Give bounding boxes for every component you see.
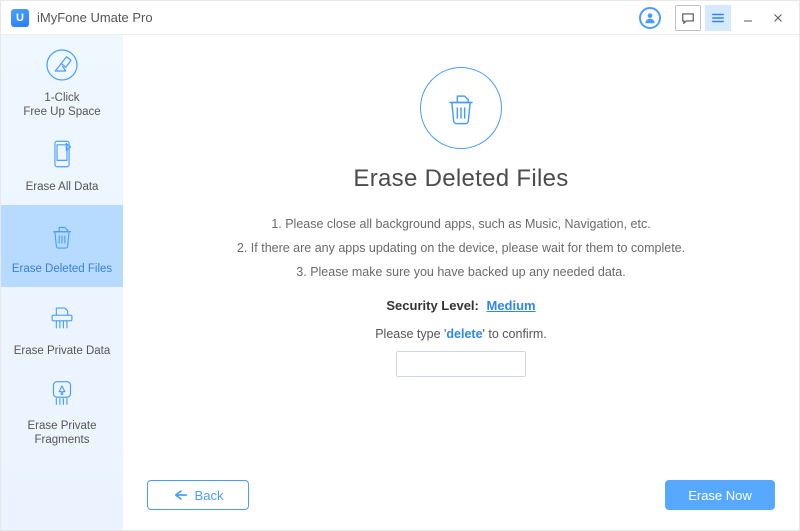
sidebar-item-label: 1-ClickFree Up Space — [17, 91, 106, 120]
security-level-link[interactable]: Medium — [487, 298, 536, 313]
instruction-line: 1. Please close all background apps, suc… — [237, 213, 685, 237]
sidebar-item-label: Erase PrivateFragments — [21, 419, 102, 448]
close-icon — [772, 12, 784, 24]
app-title: iMyFone Umate Pro — [37, 10, 153, 25]
shredder-icon — [42, 298, 82, 338]
security-level-label: Security Level: — [386, 298, 479, 313]
hero-icon-ring — [420, 67, 502, 149]
sidebar: 1-ClickFree Up Space Erase All Data Eras… — [1, 35, 123, 530]
sidebar-item-label: Erase Deleted Files — [6, 262, 118, 276]
instructions: 1. Please close all background apps, suc… — [237, 213, 685, 284]
user-account-button[interactable] — [639, 7, 661, 29]
user-icon — [643, 11, 657, 25]
confirm-keyword: delete — [446, 327, 482, 341]
sidebar-item-erase-private-fragments[interactable]: Erase PrivateFragments — [1, 369, 123, 451]
instruction-line: 3. Please make sure you have backed up a… — [237, 261, 685, 285]
sidebar-item-erase-private-data[interactable]: Erase Private Data — [1, 287, 123, 369]
back-button-label: Back — [195, 488, 224, 503]
sidebar-item-label: Erase All Data — [20, 180, 105, 194]
security-level-row: Security Level: Medium — [386, 298, 535, 313]
confirm-input[interactable] — [396, 351, 526, 377]
sidebar-item-erase-all-data[interactable]: Erase All Data — [1, 123, 123, 205]
confirm-instruction: Please type 'delete' to confirm. — [375, 327, 547, 341]
menu-icon — [711, 12, 725, 24]
erase-now-button[interactable]: Erase Now — [665, 480, 775, 510]
feedback-button[interactable] — [675, 5, 701, 31]
app-shred-icon — [42, 373, 82, 413]
broom-icon — [42, 45, 82, 85]
trash-file-hero-icon — [439, 86, 483, 130]
back-button[interactable]: Back — [147, 480, 249, 510]
trash-file-icon — [42, 216, 82, 256]
main-panel: Erase Deleted Files 1. Please close all … — [123, 35, 799, 530]
phone-erase-icon — [42, 134, 82, 174]
titlebar: U iMyFone Umate Pro — [1, 1, 799, 35]
chat-icon — [681, 12, 695, 24]
close-button[interactable] — [765, 5, 791, 31]
app-logo-icon: U — [11, 9, 29, 27]
sidebar-item-erase-deleted-files[interactable]: Erase Deleted Files — [1, 205, 123, 287]
sidebar-item-label: Erase Private Data — [8, 344, 117, 358]
page-title: Erase Deleted Files — [353, 165, 568, 193]
instruction-line: 2. If there are any apps updating on the… — [237, 237, 685, 261]
sidebar-item-free-up-space[interactable]: 1-ClickFree Up Space — [1, 41, 123, 123]
minimize-button[interactable] — [735, 5, 761, 31]
minimize-icon — [742, 12, 754, 24]
back-arrow-icon — [173, 488, 189, 502]
menu-button[interactable] — [705, 5, 731, 31]
